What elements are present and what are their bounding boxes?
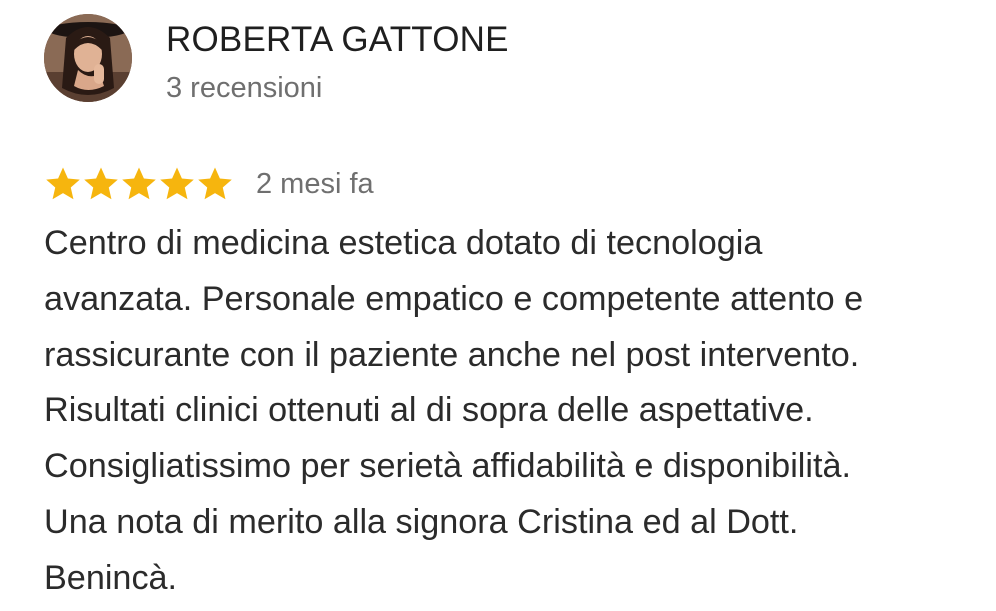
- review-text-line: rassicurante con il paziente anche nel p…: [44, 335, 860, 374]
- review-text-line: Risultati clinici ottenuti al di sopra d…: [44, 391, 814, 430]
- star-icon: [160, 167, 194, 200]
- star-icon: [198, 167, 232, 200]
- review-text-line: Centro di medicina estetica dotato di te…: [44, 224, 763, 262]
- star-icon: [46, 167, 80, 200]
- review-text-line: Consigliatissimo per serietà affidabilit…: [44, 447, 851, 486]
- review-text-line: Benincà.: [44, 558, 178, 597]
- star-icon: [84, 167, 118, 200]
- reviewer-name[interactable]: ROBERTA GATTONE: [166, 20, 509, 60]
- review-card: ROBERTA GATTONE 3 recensioni 2 mesi fa C…: [0, 0, 996, 611]
- star-rating: [44, 165, 234, 203]
- avatar-photo: [44, 14, 132, 102]
- rating-row: 2 mesi fa: [44, 164, 374, 204]
- review-text-line: Una nota di merito alla signora Cristina…: [44, 502, 799, 541]
- review-text-line: avanzata. Personale empatico e competent…: [44, 279, 864, 318]
- avatar[interactable]: [44, 14, 132, 102]
- review-text: Centro di medicina estetica dotato di te…: [44, 216, 989, 607]
- review-date: 2 mesi fa: [256, 167, 374, 200]
- review-count: 3 recensioni: [166, 72, 323, 104]
- star-icon: [122, 167, 156, 200]
